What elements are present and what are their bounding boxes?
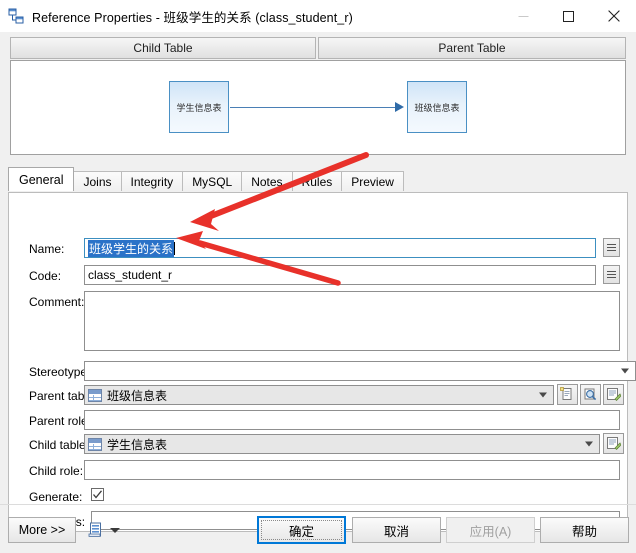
parent-role-input[interactable]: [84, 410, 620, 430]
reference-link-arrowhead: [395, 102, 404, 112]
window-controls: [501, 0, 636, 32]
child-table-combo[interactable]: 学生信息表: [84, 434, 600, 454]
cancel-button[interactable]: 取消: [352, 517, 441, 543]
footer-divider: [0, 504, 636, 505]
report-dropdown-caret[interactable]: [110, 528, 120, 533]
generate-checkbox[interactable]: [91, 488, 104, 501]
tab-general[interactable]: General: [8, 167, 75, 191]
child-role-input[interactable]: [84, 460, 620, 480]
child-table-header: Child Table: [10, 37, 316, 59]
help-button[interactable]: 帮助: [540, 517, 629, 543]
chevron-down-icon: [621, 368, 629, 374]
generate-label: Generate:: [29, 490, 83, 504]
parent-properties-button[interactable]: [603, 384, 624, 405]
equals-icon: [607, 244, 616, 251]
stereotype-label: Stereotype:: [29, 365, 91, 379]
general-tab-page: Name: 班级学生的关系 Code: class_student_r Comm…: [8, 192, 636, 532]
chevron-down-icon: [539, 392, 547, 398]
preview-canvas: 学生信息表 班级信息表: [10, 60, 626, 155]
reference-icon: [8, 8, 24, 24]
parent-table-box[interactable]: 班级信息表: [407, 81, 467, 133]
name-equals-button[interactable]: [603, 238, 620, 257]
child-table-value: 学生信息表: [107, 437, 168, 452]
code-input-value: class_student_r: [88, 268, 173, 282]
parent-table-header: Parent Table: [318, 37, 626, 59]
code-label: Code:: [29, 269, 62, 283]
reference-link-line: [230, 107, 398, 108]
ok-button[interactable]: 确定: [257, 516, 346, 544]
tab-notes[interactable]: Notes: [241, 171, 293, 191]
tab-rules[interactable]: Rules: [291, 171, 343, 191]
parent-table-value: 班级信息表: [107, 388, 168, 403]
name-input[interactable]: 班级学生的关系: [84, 238, 596, 258]
tab-integrity[interactable]: Integrity: [120, 171, 184, 191]
tab-preview[interactable]: Preview: [341, 171, 404, 191]
child-table-label: Child table:: [29, 438, 90, 452]
minimize-button[interactable]: [501, 0, 546, 32]
window-title: Reference Properties - 班级学生的关系 (class_st…: [32, 10, 353, 25]
comment-textarea[interactable]: [84, 291, 620, 351]
maximize-button[interactable]: [546, 0, 591, 32]
report-icon[interactable]: [88, 522, 104, 538]
stereotype-combo[interactable]: [84, 361, 636, 381]
apply-button: 应用(A): [446, 517, 535, 543]
tab-joins[interactable]: Joins: [73, 171, 122, 191]
reference-preview: Child Table Parent Table 学生信息表 班级信息表: [10, 37, 626, 155]
code-input[interactable]: class_student_r: [84, 265, 596, 285]
chevron-down-icon: [585, 441, 593, 447]
name-input-value: 班级学生的关系: [88, 239, 175, 257]
close-button[interactable]: [591, 0, 636, 32]
table-icon: [88, 388, 102, 402]
comment-label: Comment:: [29, 295, 85, 309]
equals-icon: [607, 271, 616, 278]
parent-role-label: Parent role:: [29, 414, 92, 428]
parent-table-combo[interactable]: 班级信息表: [84, 385, 554, 405]
code-equals-button[interactable]: [603, 265, 620, 284]
tab-mysql[interactable]: MySQL: [182, 171, 243, 191]
child-table-box[interactable]: 学生信息表: [169, 81, 229, 133]
child-properties-button[interactable]: [603, 433, 624, 454]
child-role-label: Child role:: [29, 464, 84, 478]
preview-header-row: Child Table Parent Table: [10, 37, 626, 59]
reference-properties-dialog: Child Table Parent Table 学生信息表 班级信息表 Gen…: [0, 32, 636, 553]
title-bar: Reference Properties - 班级学生的关系 (class_st…: [0, 0, 636, 32]
table-icon: [88, 437, 102, 451]
more-button[interactable]: More >>: [8, 517, 76, 543]
text-caret: [174, 241, 176, 255]
parent-browse-button[interactable]: [580, 384, 601, 405]
tab-strip: General Joins Integrity MySQL Notes Rule…: [8, 167, 628, 191]
name-label: Name:: [29, 242, 65, 256]
parent-create-button[interactable]: [557, 384, 578, 405]
focus-outline: [261, 520, 342, 540]
